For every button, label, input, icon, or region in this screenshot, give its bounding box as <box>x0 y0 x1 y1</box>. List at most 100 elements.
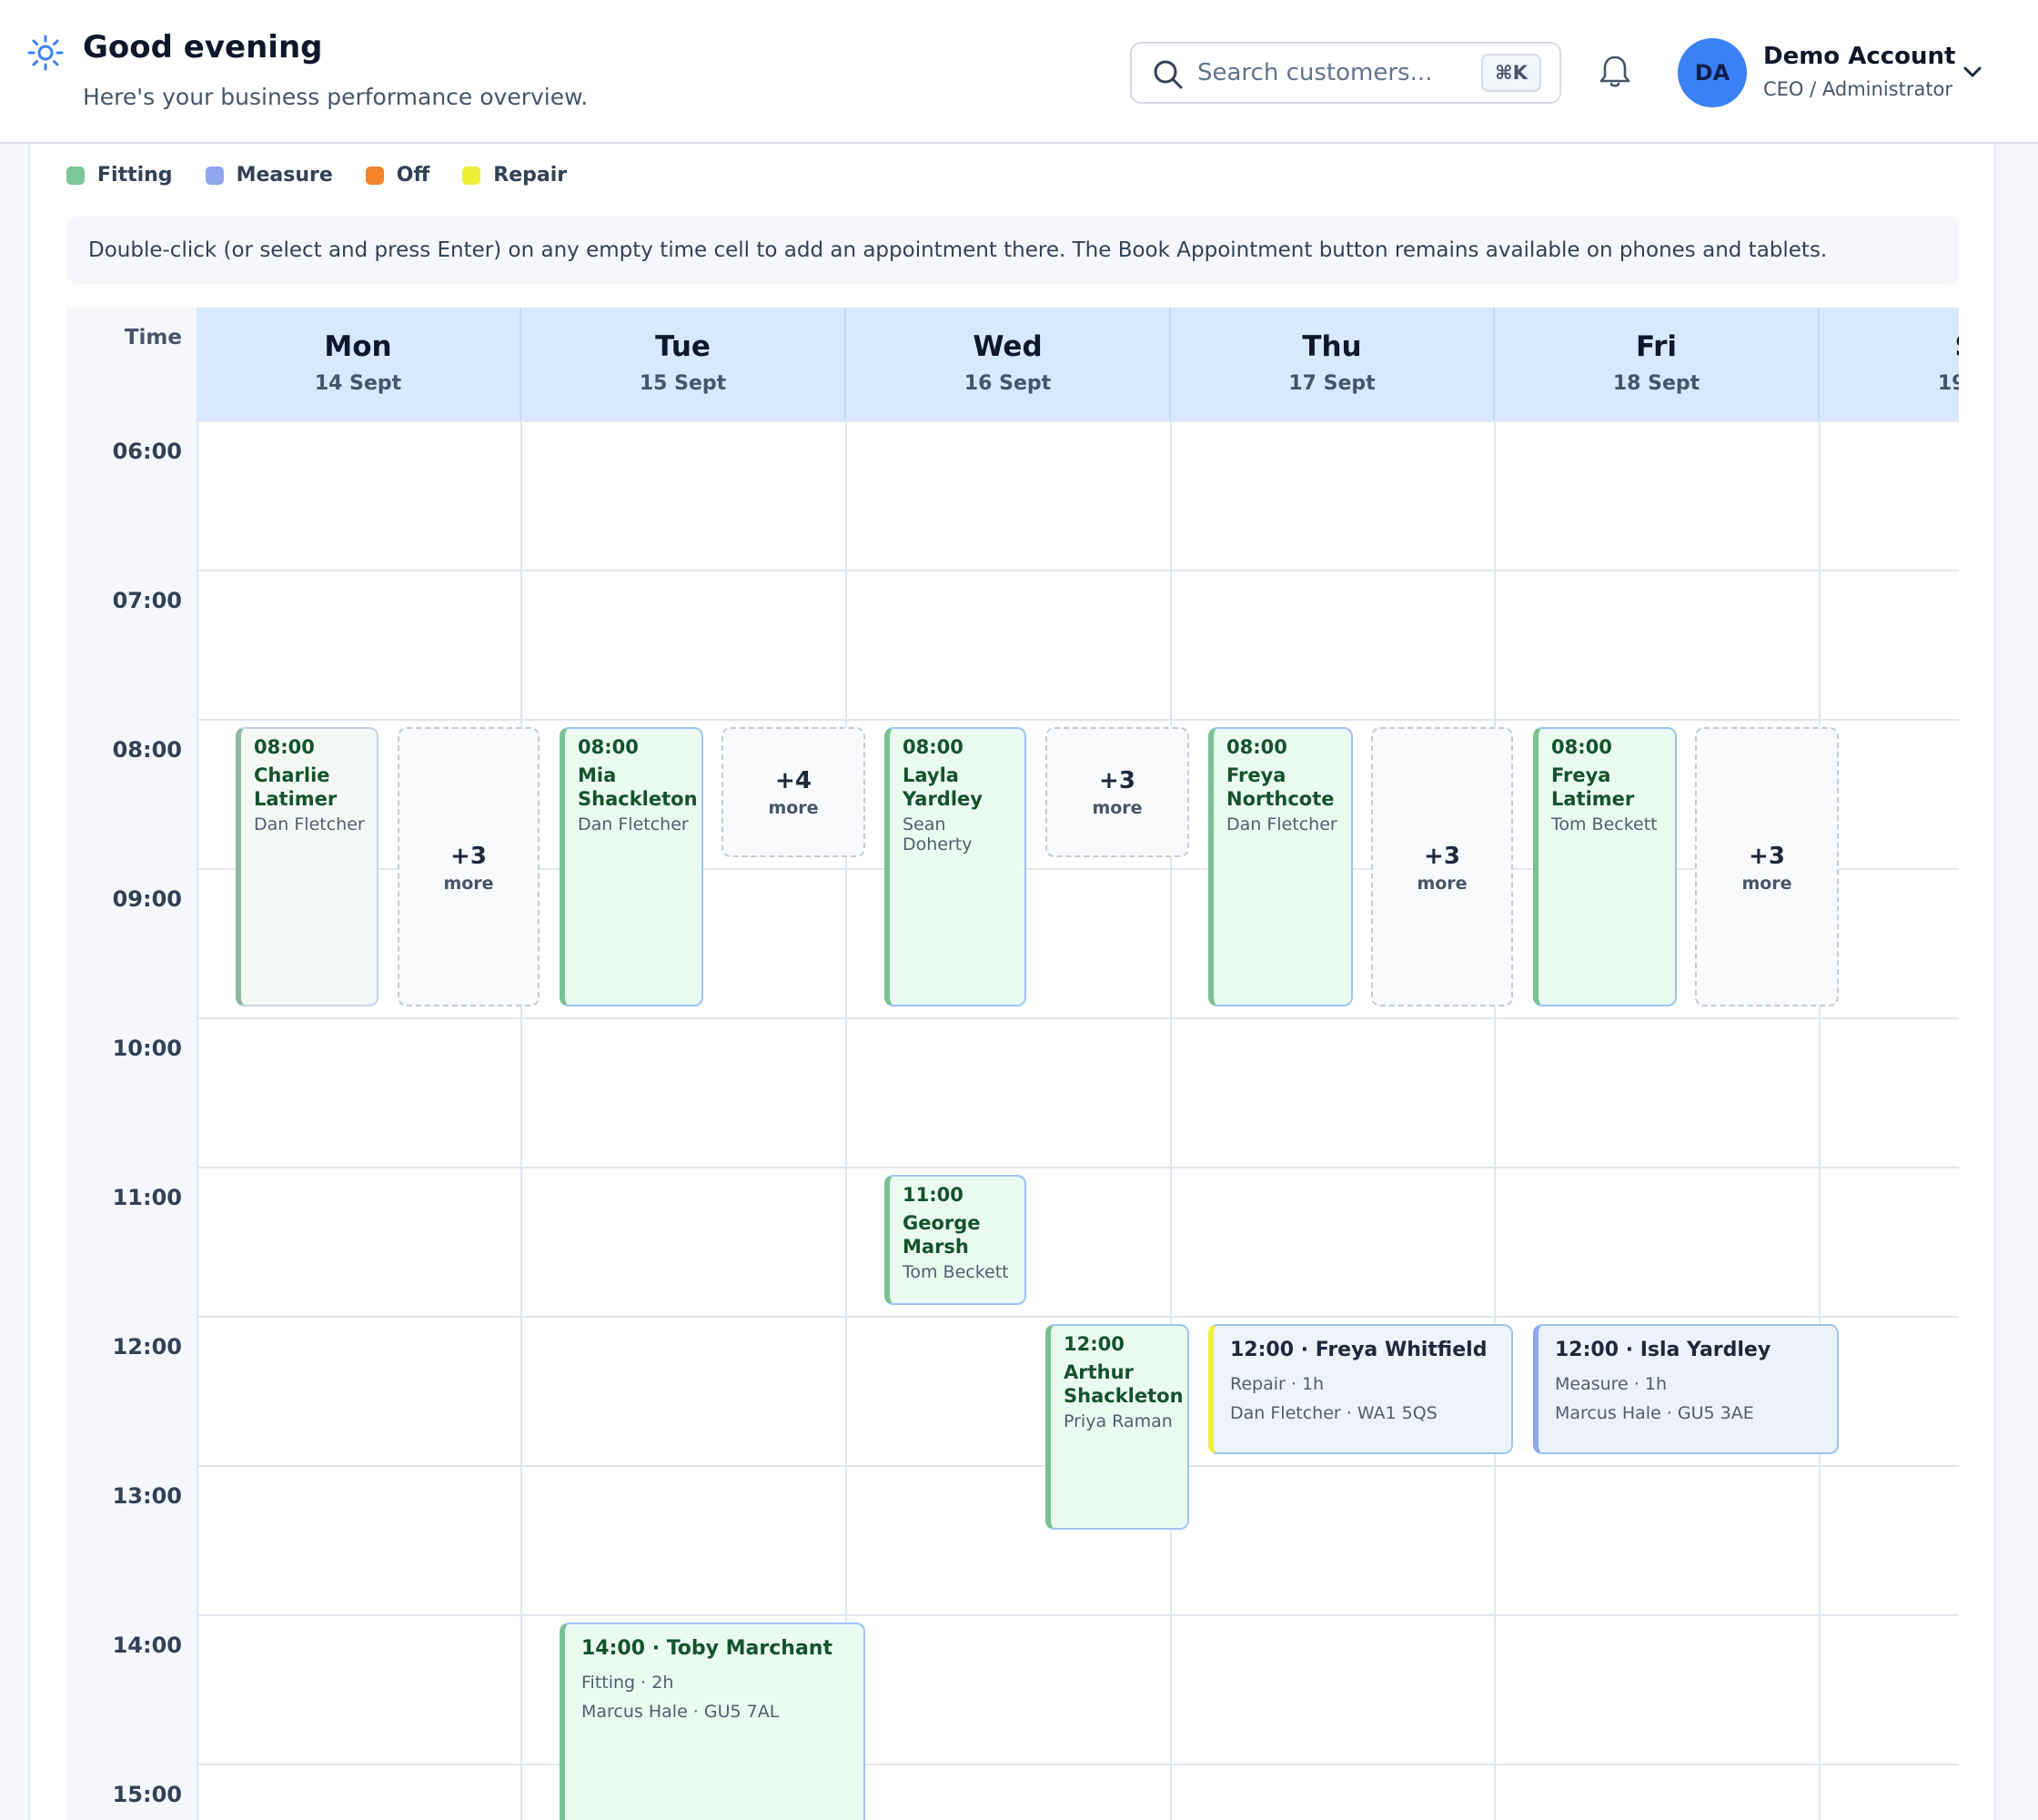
hour-gridline <box>197 719 1959 721</box>
hour-gridline <box>197 570 1959 571</box>
appointment-detail: Repair · 1h <box>1230 1374 1325 1394</box>
day-name: Wed <box>973 330 1043 363</box>
more-appointments-button[interactable]: +3 more <box>1695 727 1839 1006</box>
legend-swatch <box>365 166 384 185</box>
appointment-heading: 12:00 · Freya Whitfield <box>1230 1339 1488 1361</box>
day-header-thu: Thu 17 Sept <box>1171 308 1495 420</box>
appointment-meta: Dan Fletcher · WA1 5QS <box>1230 1403 1438 1423</box>
time-label: 10:00 <box>112 1036 182 1061</box>
time-label: 09:00 <box>112 886 182 912</box>
calendar-panel: Fitting Measure Off Repair Double-click … <box>28 144 1996 1820</box>
legend-label: Fitting <box>97 164 173 187</box>
appointment-customer: George Marsh <box>903 1212 981 1258</box>
time-column: 06:00 07:00 08:00 09:00 10:00 11:00 12:0… <box>66 420 197 1820</box>
search-customers-input[interactable]: Search customers... ⌘K <box>1130 42 1561 104</box>
time-label: 14:00 <box>112 1633 182 1658</box>
more-label: more <box>1417 874 1468 894</box>
time-column-header: Time <box>66 308 197 420</box>
appointment-heading: 14:00 · Toby Marchant <box>581 1637 832 1660</box>
appointment-customer: Layla Yardley <box>903 764 983 810</box>
appointment-time: 11:00 <box>903 1184 964 1206</box>
day-header-tue: Tue 15 Sept <box>521 308 846 420</box>
day-gridline <box>1170 420 1172 1820</box>
chevron-down-icon[interactable] <box>1961 60 1984 84</box>
legend-label: Off <box>396 164 430 187</box>
more-appointments-button[interactable]: +3 more <box>398 727 540 1006</box>
hour-gridline <box>197 420 1959 422</box>
account-role: CEO / Administrator <box>1763 78 1953 100</box>
day-date: 15 Sept <box>639 372 727 395</box>
appointment-card[interactable]: 14:00 · Toby Marchant Fitting · 2h Marcu… <box>560 1623 865 1820</box>
time-label: 06:00 <box>112 439 182 464</box>
appointment-card[interactable]: 12:00 Arthur Shackleton Priya Raman <box>1045 1324 1189 1530</box>
day-date: 17 Sept <box>1288 372 1376 395</box>
week-calendar-grid: Time Mon 14 Sept Tue 15 Sept Wed 16 Sept… <box>66 308 1959 1820</box>
legend-swatch <box>462 166 481 185</box>
appointment-card[interactable]: 12:00 · Freya Whitfield Repair · 1h Dan … <box>1208 1324 1513 1454</box>
appointment-card[interactable]: 08:00 Charlie Latimer Dan Fletcher <box>236 727 378 1006</box>
day-gridline <box>197 420 198 1820</box>
hour-gridline <box>197 1614 1959 1616</box>
appointment-meta: Marcus Hale · GU5 7AL <box>581 1702 780 1722</box>
day-name: Thu <box>1302 330 1362 363</box>
more-appointments-button[interactable]: +3 more <box>1045 727 1189 857</box>
time-label: 07:00 <box>112 588 182 613</box>
appointment-customer: Freya Latimer <box>1551 764 1635 810</box>
more-count: +3 <box>1099 767 1135 794</box>
hour-gridline <box>197 1316 1959 1318</box>
search-placeholder: Search customers... <box>1197 59 1433 86</box>
appointment-staff: Sean Doherty <box>903 814 973 854</box>
time-label: 11:00 <box>112 1185 182 1210</box>
appointment-staff: Tom Beckett <box>1551 814 1658 834</box>
appointment-customer: Arthur Shackleton <box>1064 1361 1184 1407</box>
day-gridline <box>1819 420 1821 1820</box>
legend-label: Measure <box>236 164 333 187</box>
appointment-card[interactable]: 11:00 George Marsh Tom Beckett <box>884 1175 1026 1305</box>
sun-icon <box>27 35 64 71</box>
time-label: 12:00 <box>112 1334 182 1360</box>
legend-item-repair: Repair <box>462 164 567 187</box>
appointment-card[interactable]: 08:00 Freya Latimer Tom Beckett <box>1533 727 1677 1006</box>
day-header-fri: Fri 18 Sept <box>1495 308 1820 420</box>
appointment-customer: Mia Shackleton <box>578 764 698 810</box>
more-appointments-button[interactable]: +3 more <box>1371 727 1513 1006</box>
search-icon <box>1154 60 1183 89</box>
appointment-heading: 12:00 · Isla Yardley <box>1555 1339 1771 1361</box>
time-label: 08:00 <box>112 737 182 763</box>
day-name: Fri <box>1635 330 1678 363</box>
more-count: +3 <box>1749 843 1785 870</box>
account-name[interactable]: Demo Account <box>1763 43 1955 70</box>
greeting-subtitle: Here's your business performance overvie… <box>83 84 589 110</box>
appointment-time: 08:00 <box>1226 736 1287 758</box>
more-label: more <box>1092 798 1143 818</box>
more-count: +3 <box>1424 843 1460 870</box>
time-label: 15:00 <box>112 1782 182 1807</box>
greeting-title: Good evening <box>83 29 323 66</box>
day-name: Tue <box>655 330 711 363</box>
day-gridline <box>520 420 522 1820</box>
search-shortcut-badge: ⌘K <box>1481 54 1541 92</box>
appointment-customer: Freya Northcote <box>1226 764 1335 810</box>
day-date: 18 Sept <box>1612 372 1700 395</box>
legend-label: Repair <box>493 164 568 187</box>
day-date: 16 Sept <box>964 372 1052 395</box>
day-name: Mon <box>324 330 392 363</box>
more-count: +3 <box>450 843 487 870</box>
legend-swatch <box>205 166 224 185</box>
legend-item-fitting: Fitting <box>66 164 173 187</box>
appointment-meta: Marcus Hale · GU5 3AE <box>1555 1403 1754 1423</box>
notifications-bell-icon[interactable] <box>1596 53 1634 91</box>
day-header-sat: Sat 19 Sept <box>1820 308 1959 420</box>
appointment-card[interactable]: 08:00 Freya Northcote Dan Fletcher <box>1208 727 1353 1006</box>
day-header-wed: Wed 16 Sept <box>846 308 1171 420</box>
appointment-staff: Dan Fletcher <box>254 814 365 834</box>
appointment-card[interactable]: 08:00 Layla Yardley Sean Doherty <box>884 727 1026 1006</box>
more-appointments-button[interactable]: +4 more <box>721 727 865 857</box>
appointment-card[interactable]: 08:00 Mia Shackleton Dan Fletcher <box>560 727 703 1006</box>
appointment-staff: Priya Raman <box>1064 1411 1173 1431</box>
avatar[interactable]: DA <box>1678 38 1747 107</box>
appointment-card[interactable]: 12:00 · Isla Yardley Measure · 1h Marcus… <box>1533 1324 1839 1454</box>
more-label: more <box>768 798 819 818</box>
legend-item-measure: Measure <box>205 164 333 187</box>
calendar-hint: Double-click (or select and press Enter)… <box>66 217 1959 284</box>
